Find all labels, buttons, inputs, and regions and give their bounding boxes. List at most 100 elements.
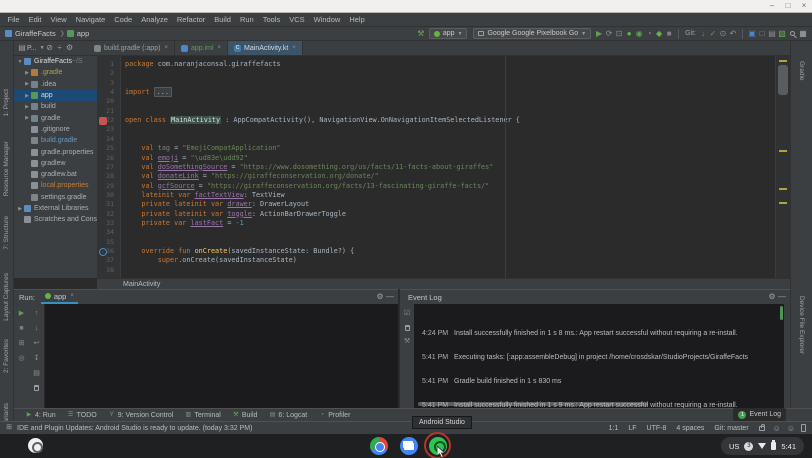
expand-arrow-icon[interactable]: ▶ bbox=[23, 81, 31, 87]
layout-inspector-icon[interactable]: ▦ bbox=[798, 29, 808, 39]
close-icon[interactable]: × bbox=[218, 45, 222, 51]
expand-arrow-icon[interactable]: ▶ bbox=[23, 104, 31, 110]
line-number[interactable]: 20 bbox=[106, 97, 114, 106]
print-icon[interactable]: ▤ bbox=[33, 370, 41, 378]
menu-window[interactable]: Window bbox=[309, 15, 345, 24]
tool-strip-device-file-explorer[interactable]: Device File Explorer bbox=[798, 296, 805, 354]
git-update-icon[interactable]: ↓ bbox=[698, 29, 708, 39]
expand-arrow-icon[interactable]: ▶ bbox=[23, 115, 31, 121]
toolwindow-profiler[interactable]: ◔Profiler bbox=[318, 410, 350, 420]
close-icon[interactable]: × bbox=[70, 293, 74, 299]
toolwindow-build[interactable]: ⚒Build bbox=[232, 410, 258, 420]
line-number[interactable]: 30 bbox=[106, 191, 114, 200]
tree-item-gradle-properties[interactable]: gradle.properties bbox=[14, 146, 97, 157]
hide-panel-icon[interactable]: ⊘ bbox=[45, 43, 55, 53]
line-number[interactable]: 31 bbox=[106, 200, 114, 209]
ide-updates-icon[interactable]: ⊞ bbox=[4, 423, 14, 433]
stop-icon[interactable]: ■ bbox=[664, 29, 674, 39]
system-tray[interactable]: US 3 5:41 bbox=[721, 437, 804, 455]
menu-view[interactable]: View bbox=[46, 15, 71, 24]
tree-item-local-properties[interactable]: local.properties bbox=[14, 180, 97, 191]
toolwindow-4-run[interactable]: ▶4: Run bbox=[25, 410, 56, 420]
line-number[interactable]: 33 bbox=[106, 219, 114, 228]
expand-arrow-icon[interactable]: ▶ bbox=[16, 206, 24, 212]
line-number[interactable]: 32 bbox=[106, 210, 114, 219]
menu-help[interactable]: Help bbox=[345, 15, 369, 24]
window-close-button[interactable]: × bbox=[796, 0, 812, 12]
tree-item-build-gradle[interactable]: build.gradle bbox=[14, 135, 97, 146]
line-number[interactable]: 21 bbox=[106, 107, 114, 116]
tree-item-settings-gradle[interactable]: settings.gradle bbox=[14, 192, 97, 203]
vertical-scrollbar[interactable] bbox=[780, 306, 783, 320]
rerun-icon[interactable]: ▶ bbox=[18, 310, 26, 318]
run-tab-app[interactable]: app × bbox=[41, 290, 78, 304]
menu-analyze[interactable]: Analyze bbox=[137, 15, 173, 24]
line-number[interactable]: 27 bbox=[106, 163, 114, 172]
tool-strip-resource-manager[interactable]: Resource Manager bbox=[3, 141, 10, 196]
device-status-icon[interactable] bbox=[801, 424, 806, 432]
tree-item-scratches-and-consoles[interactable]: Scratches and Consoles bbox=[14, 214, 97, 225]
event-log-settings-gear-icon[interactable]: ⚙ bbox=[767, 292, 777, 302]
pin-icon[interactable]: ◎ bbox=[18, 355, 26, 363]
menu-refactor[interactable]: Refactor bbox=[172, 15, 209, 24]
menu-navigate[interactable]: Navigate bbox=[71, 15, 110, 24]
error-stripe[interactable] bbox=[775, 56, 790, 278]
tree-item-app[interactable]: ▶app bbox=[14, 90, 97, 101]
tool-strip-1-project[interactable]: 1: Project bbox=[3, 89, 10, 116]
tab-build-gradle-app-[interactable]: build.gradle (:app)× bbox=[88, 41, 175, 55]
tree-item-external-libraries[interactable]: ▶External Libraries bbox=[14, 203, 97, 214]
toolwindow-todo[interactable]: ☰TODO bbox=[67, 410, 97, 420]
tool-strip-gradle[interactable]: Gradle bbox=[798, 61, 805, 81]
tree-item-giraffefacts[interactable]: ▼GiraffeFacts ~/S bbox=[14, 56, 97, 67]
status-4-spaces[interactable]: 4 spaces bbox=[676, 425, 704, 432]
emoji-status-icon[interactable]: ☺ bbox=[773, 424, 781, 433]
run-minimize-icon[interactable]: — bbox=[385, 292, 395, 302]
event-log-entry[interactable]: 4:24 PMInstall successfully finished in … bbox=[422, 330, 738, 337]
device-select[interactable]: Google Google Pixelbook Go▼ bbox=[473, 28, 591, 39]
expand-arrow-icon[interactable]: ▼ bbox=[16, 59, 24, 65]
line-number[interactable]: 3 bbox=[110, 79, 114, 88]
search-icon[interactable] bbox=[790, 31, 795, 36]
warning-mark[interactable] bbox=[779, 202, 787, 204]
tree-item--gradle[interactable]: ▶.gradle bbox=[14, 67, 97, 78]
scroll-end-icon[interactable]: ↧ bbox=[33, 355, 41, 363]
git-commit-icon[interactable]: ✓ bbox=[708, 29, 718, 39]
window-restore-button[interactable]: □ bbox=[780, 0, 796, 12]
toolwindow-terminal[interactable]: ▥Terminal bbox=[184, 410, 220, 420]
toolwindow-9-version-control[interactable]: Y9: Version Control bbox=[108, 410, 174, 420]
profile-icon[interactable]: ◉ bbox=[634, 29, 644, 39]
up-icon[interactable]: ↑ bbox=[33, 310, 41, 318]
window-minimize-button[interactable]: – bbox=[764, 0, 780, 12]
tree-item-gradlew[interactable]: gradlew bbox=[14, 158, 97, 169]
stop-icon[interactable]: ■ bbox=[18, 325, 26, 333]
clear-icon[interactable] bbox=[34, 385, 39, 391]
line-number[interactable]: 4 bbox=[110, 88, 114, 97]
warning-mark[interactable] bbox=[779, 150, 787, 152]
restore-layout-icon[interactable]: ⊞ bbox=[18, 340, 26, 348]
menu-code[interactable]: Code bbox=[110, 15, 137, 24]
run-settings-gear-icon[interactable]: ⚙ bbox=[375, 292, 385, 302]
override-marker-icon[interactable]: ↑ bbox=[99, 248, 107, 256]
git-rollback-icon[interactable]: ↶ bbox=[728, 29, 738, 39]
event-log-entry[interactable]: 5:41 PMExecuting tasks: [:app:assembleDe… bbox=[422, 354, 748, 361]
line-number[interactable]: 2 bbox=[110, 69, 114, 78]
status-message[interactable]: IDE and Plugin Updates: Android Studio i… bbox=[17, 425, 252, 432]
line-number[interactable]: 38 bbox=[106, 266, 114, 275]
line-number[interactable]: 24 bbox=[106, 135, 114, 144]
line-number[interactable]: 22 bbox=[106, 116, 114, 125]
tree-item--idea[interactable]: ▶.idea bbox=[14, 79, 97, 90]
event-log-entry[interactable]: 5:41 PMGradle build finished in 1 s 830 … bbox=[422, 378, 561, 385]
apply-changes-icon[interactable]: ⟳ bbox=[604, 29, 614, 39]
editor-scrollbar-thumb[interactable] bbox=[778, 65, 788, 95]
expand-arrow-icon[interactable]: ▶ bbox=[23, 93, 31, 99]
status-utf-8[interactable]: UTF-8 bbox=[647, 425, 667, 432]
apply-code-changes-icon[interactable]: ⊡ bbox=[614, 29, 624, 39]
tool-strip-2-favorites[interactable]: 2: Favorites bbox=[3, 339, 10, 373]
breadcrumb-class[interactable]: MainActivity bbox=[123, 281, 160, 288]
expand-arrow-icon[interactable]: ▶ bbox=[23, 70, 31, 76]
soft-wrap-icon[interactable]: ↩ bbox=[33, 340, 41, 348]
event-log-minimize-icon[interactable]: — bbox=[777, 292, 787, 302]
mark-read-icon[interactable]: ☑ bbox=[403, 310, 411, 318]
status-git-master[interactable]: Git: master bbox=[714, 425, 748, 432]
emoji-status-icon[interactable]: ☺ bbox=[787, 424, 795, 433]
